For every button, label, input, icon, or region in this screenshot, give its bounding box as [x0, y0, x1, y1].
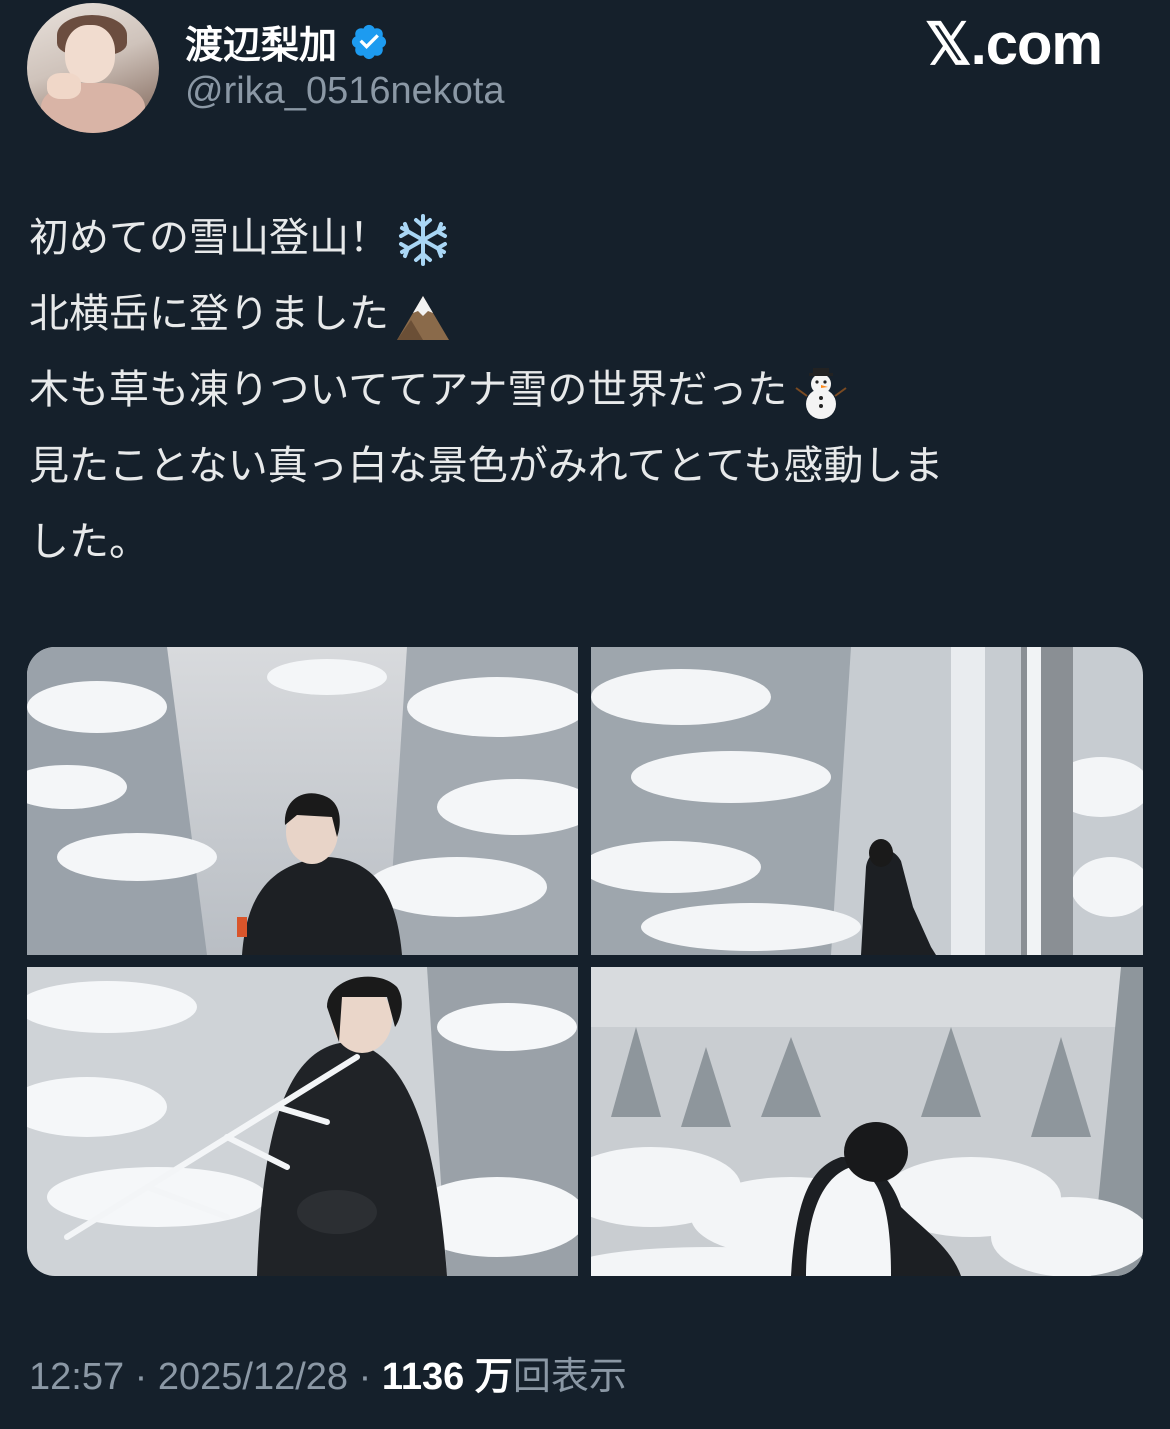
photo-4[interactable]: [591, 967, 1143, 1276]
tweet-line-3: 木も草も凍りついててアナ雪の世界だった: [29, 352, 1149, 428]
photo-grid: [27, 647, 1143, 1276]
tweet-line-5: した。: [29, 519, 149, 565]
tweet-date[interactable]: 2025/12/28: [158, 1356, 348, 1398]
snowman-icon: [795, 368, 847, 419]
photo-3[interactable]: [27, 967, 578, 1276]
tweet-line-2: 北横岳に登りました: [29, 276, 1149, 352]
tweet-line-3-text: 木も草も凍りついててアナ雪の世界だった: [29, 367, 788, 413]
tweet-line-1-text: 初めての雪山登山！: [29, 215, 389, 261]
tweet-text: 初めての雪山登山！ 北横岳に登りました 木も草も凍りついててアナ雪の世界だった: [29, 200, 1149, 580]
tweet-time[interactable]: 12:57: [29, 1356, 124, 1398]
user-handle[interactable]: @rika_0516nekota: [185, 70, 505, 113]
meta-separator: ·: [124, 1356, 158, 1398]
author-name-row[interactable]: 渡辺梨加: [185, 14, 389, 69]
tweet-line-4: 見たことない真っ白な景色がみれてとても感動しま: [29, 443, 944, 489]
avatar[interactable]: [27, 3, 159, 133]
tweet-line-2-text: 北横岳に登りました: [29, 291, 389, 337]
display-name[interactable]: 渡辺梨加: [185, 14, 337, 69]
meta-separator: ·: [348, 1356, 382, 1398]
photo-1[interactable]: [27, 647, 578, 955]
photo-2[interactable]: [591, 647, 1143, 955]
verified-badge-icon: [351, 24, 387, 59]
mountain-icon: [397, 296, 449, 340]
snowflake-icon: [399, 214, 447, 266]
tweet-line-1: 初めての雪山登山！: [29, 200, 1149, 276]
site-logo: 𝕏.com: [924, 12, 1103, 77]
views-label: 回表示: [512, 1354, 627, 1398]
views-count: 1136 万: [381, 1356, 513, 1398]
tweet-meta: 12:57 · 2025/12/28 · 1136 万回表示: [29, 1345, 627, 1400]
